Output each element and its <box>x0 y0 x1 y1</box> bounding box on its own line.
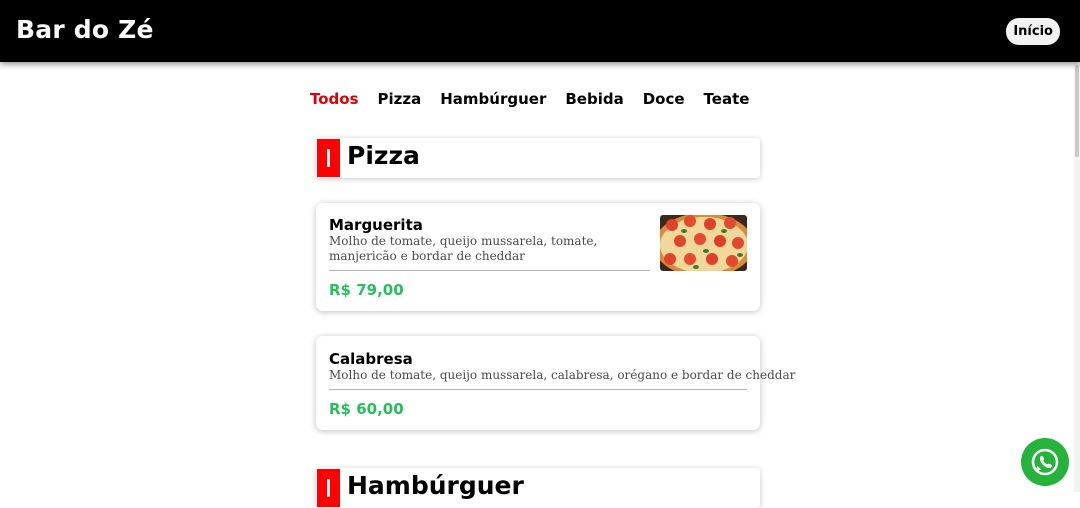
pizza-image <box>660 215 747 271</box>
tab-doce[interactable]: Doce <box>643 90 685 108</box>
scrollbar-thumb[interactable] <box>1075 65 1079 157</box>
item-name: Marguerita <box>329 216 423 234</box>
item-price: R$ 60,00 <box>329 400 404 418</box>
whatsapp-button[interactable] <box>1021 438 1069 486</box>
tab-hamburguer[interactable]: Hambúrguer <box>440 90 546 108</box>
tab-teate[interactable]: Teate <box>704 90 750 108</box>
section-title: Hambúrguer <box>347 471 524 500</box>
tab-todos[interactable]: Todos <box>310 90 359 108</box>
item-price: R$ 79,00 <box>329 281 404 299</box>
tab-bebida[interactable]: Bebida <box>565 90 623 108</box>
section-accent-bar <box>317 139 340 177</box>
pizza-photo <box>660 215 747 271</box>
tab-pizza[interactable]: Pizza <box>378 90 422 108</box>
item-description: Molho de tomate, queijo mussarela, tomat… <box>329 234 598 263</box>
section-header-hamburguer: Hambúrguer <box>316 468 760 508</box>
section-header-pizza: Pizza <box>316 138 760 178</box>
item-description: Molho de tomate, queijo mussarela, calab… <box>329 368 796 382</box>
brand-title: Bar do Zé <box>16 15 154 44</box>
divider <box>329 389 747 390</box>
section-accent-bar <box>317 469 340 507</box>
menu-item-card[interactable]: Marguerita Molho de tomate, queijo mussa… <box>316 203 760 311</box>
menu-item-card[interactable]: Calabresa Molho de tomate, queijo mussar… <box>316 336 796 430</box>
top-bar: Bar do Zé Início <box>0 0 1080 62</box>
home-button[interactable]: Início <box>1006 18 1060 45</box>
whatsapp-icon <box>1031 448 1059 476</box>
section-title: Pizza <box>347 141 420 170</box>
item-name: Calabresa <box>329 350 413 368</box>
category-tabs: Todos Pizza Hambúrguer Bebida Doce Teate <box>310 90 768 108</box>
divider <box>329 270 650 271</box>
